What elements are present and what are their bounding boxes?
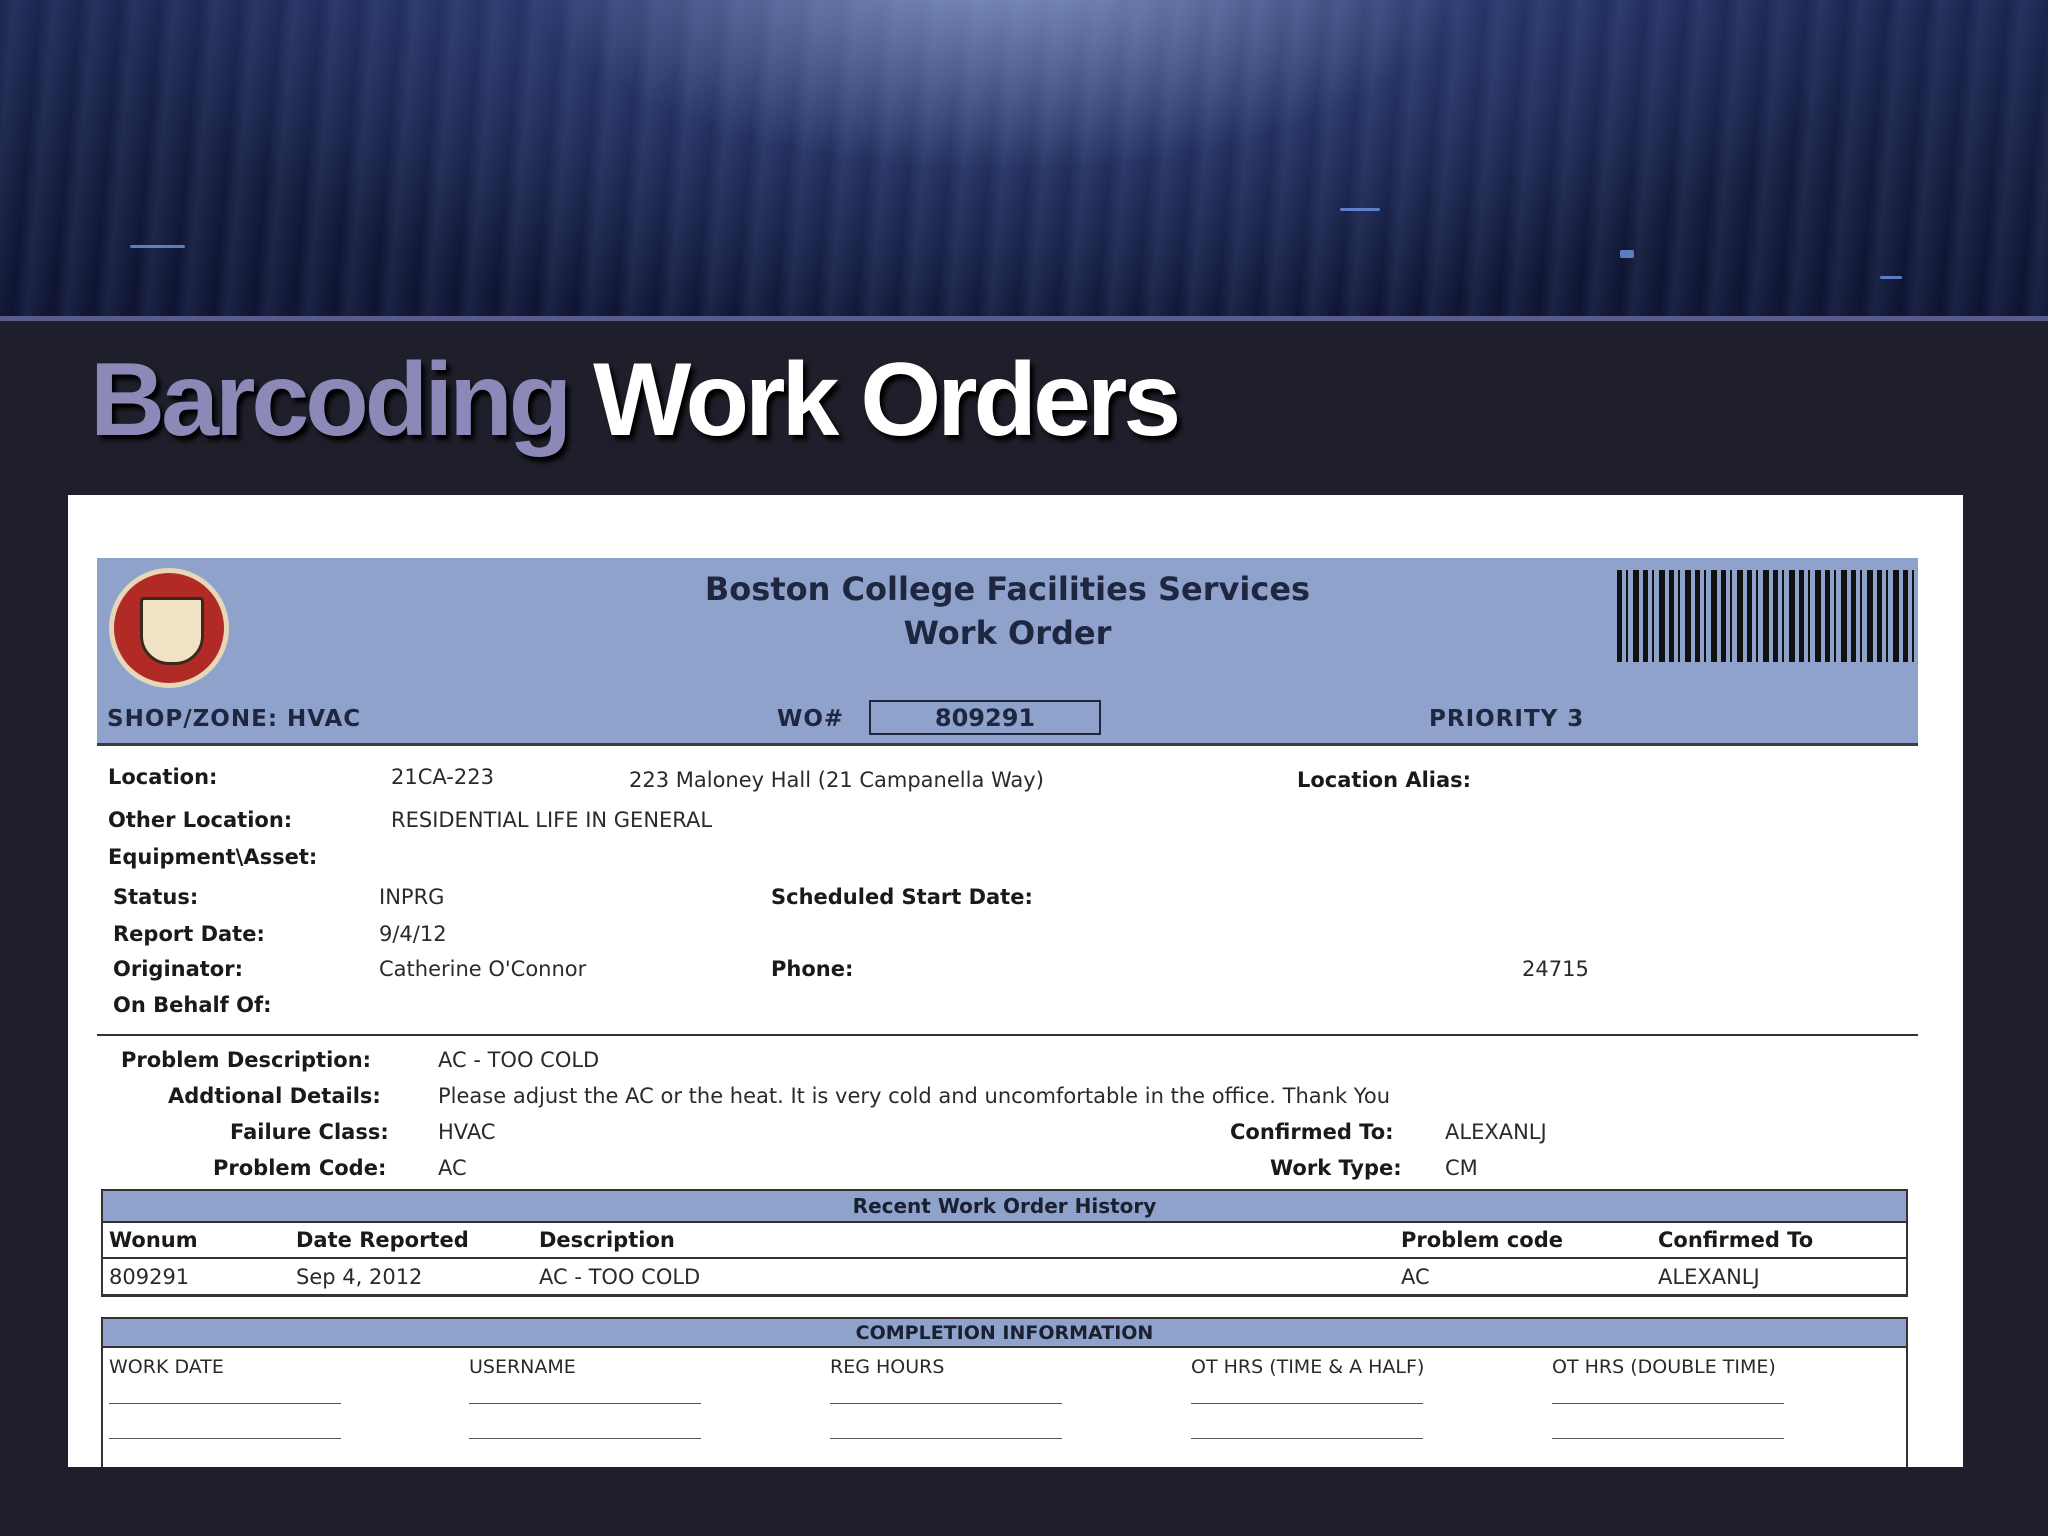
- history-col-confirmed-to: Confirmed To: [1658, 1228, 1814, 1252]
- completion-info-title: COMPLETION INFORMATION: [101, 1317, 1908, 1348]
- confirmed-to: ALEXANLJ: [1445, 1120, 1547, 1144]
- other-location: RESIDENTIAL LIFE IN GENERAL: [391, 808, 713, 832]
- history-table: Wonum Date Reported Description Problem …: [101, 1223, 1908, 1297]
- completion-col-username: USERNAME: [469, 1356, 576, 1378]
- on-behalf-of-label: On Behalf Of:: [113, 993, 272, 1017]
- priority: PRIORITY 3: [1429, 706, 1585, 732]
- light-speck: [1340, 208, 1380, 211]
- light-speck: [130, 245, 185, 248]
- slide-title-part2: Work Orders: [593, 342, 1181, 458]
- location-label: Location:: [108, 765, 218, 789]
- location-description: 223 Maloney Hall (21 Campanella Way): [629, 768, 1044, 792]
- completion-col-ot-double: OT HRS (DOUBLE TIME): [1552, 1356, 1776, 1378]
- scheduled-start-label: Scheduled Start Date:: [771, 885, 1033, 909]
- history-col-problem-code: Problem code: [1401, 1228, 1563, 1252]
- originator-label: Originator:: [113, 957, 243, 981]
- phone-number: 24715: [1522, 957, 1589, 981]
- blank-line: [1191, 1438, 1423, 1439]
- additional-details-label: Addtional Details:: [168, 1084, 381, 1108]
- blank-line: [1552, 1438, 1784, 1439]
- status-label: Status:: [113, 885, 199, 909]
- originator: Catherine O'Connor: [379, 957, 587, 981]
- history-col-date-reported: Date Reported: [296, 1228, 469, 1252]
- completion-info-table: WORK DATE USERNAME REG HOURS OT HRS (TIM…: [101, 1348, 1908, 1467]
- phone-label: Phone:: [771, 957, 854, 981]
- failure-class: HVAC: [438, 1120, 496, 1144]
- problem-description: AC - TOO COLD: [438, 1048, 600, 1072]
- history-cell-date: Sep 4, 2012: [296, 1265, 423, 1289]
- blank-line: [1191, 1403, 1423, 1404]
- history-cell-wonum: 809291: [109, 1265, 190, 1289]
- work-type-label: Work Type:: [1270, 1156, 1402, 1180]
- equipment-asset-label: Equipment\Asset:: [108, 845, 318, 869]
- work-type: CM: [1445, 1156, 1478, 1180]
- blank-line: [830, 1403, 1062, 1404]
- work-order-header: Boston College Facilities Services Work …: [97, 558, 1918, 746]
- blank-line: [830, 1438, 1062, 1439]
- header-banner-image: [0, 0, 2048, 318]
- failure-class-label: Failure Class:: [230, 1120, 389, 1144]
- history-table-title: Recent Work Order History: [101, 1189, 1908, 1223]
- report-date: 9/4/12: [379, 922, 447, 946]
- blank-line: [109, 1403, 341, 1404]
- history-header-divider: [103, 1257, 1906, 1259]
- blank-line: [109, 1438, 341, 1439]
- history-col-wonum: Wonum: [109, 1228, 198, 1252]
- light-speck: [1620, 250, 1634, 258]
- section-divider: [97, 1034, 1918, 1036]
- completion-col-ot-half: OT HRS (TIME & A HALF): [1191, 1356, 1425, 1378]
- light-speck: [1880, 276, 1902, 279]
- confirmed-to-label: Confirmed To:: [1230, 1120, 1394, 1144]
- history-cell-confirmed-to: ALEXANLJ: [1658, 1265, 1760, 1289]
- slide-title-part1: Barcoding: [90, 342, 572, 458]
- location-code: 21CA-223: [391, 765, 494, 789]
- completion-col-work-date: WORK DATE: [109, 1356, 224, 1378]
- history-col-description: Description: [539, 1228, 675, 1252]
- history-cell-problem-code: AC: [1401, 1265, 1430, 1289]
- work-order-document: Boston College Facilities Services Work …: [68, 495, 1963, 1467]
- blank-line: [1552, 1403, 1784, 1404]
- slide-title: Barcoding Work Orders: [90, 340, 1181, 460]
- history-cell-description: AC - TOO COLD: [539, 1265, 701, 1289]
- problem-code: AC: [438, 1156, 467, 1180]
- completion-col-reg-hours: REG HOURS: [830, 1356, 945, 1378]
- barcode-icon: [1617, 570, 1917, 662]
- status-value: INPRG: [379, 885, 445, 909]
- location-alias-label: Location Alias:: [1297, 768, 1472, 792]
- shop-zone: SHOP/ZONE: HVAC: [107, 706, 362, 732]
- problem-code-label: Problem Code:: [213, 1156, 387, 1180]
- wo-number: 809291: [869, 700, 1101, 735]
- additional-details: Please adjust the AC or the heat. It is …: [438, 1084, 1391, 1108]
- problem-description-label: Problem Description:: [121, 1048, 372, 1072]
- blank-line: [469, 1438, 701, 1439]
- banner-divider: [0, 316, 2048, 321]
- report-date-label: Report Date:: [113, 922, 265, 946]
- wo-number-label: WO#: [777, 706, 845, 732]
- blank-line: [469, 1403, 701, 1404]
- other-location-label: Other Location:: [108, 808, 293, 832]
